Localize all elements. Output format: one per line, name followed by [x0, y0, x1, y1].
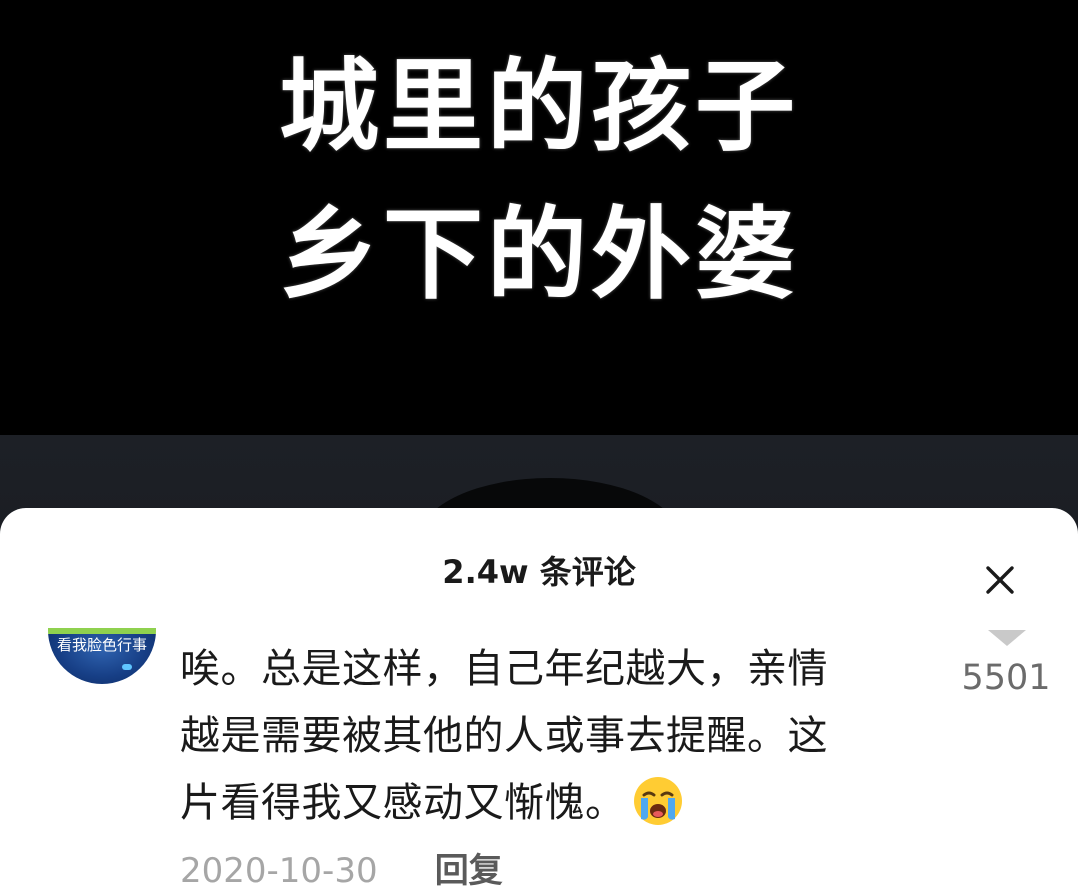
- thumbs-up-icon: [988, 630, 1026, 646]
- comment-meta: 2020-10-30 回复: [180, 846, 503, 891]
- comment-line: 越是需要被其他的人或事去提醒。这: [180, 713, 828, 759]
- avatar-text: 看我脸色行事: [56, 636, 147, 654]
- comment-line: 唉。总是这样，自己年纪越大，亲情: [180, 646, 828, 692]
- video-title-line-2: 乡下的外婆: [279, 196, 799, 313]
- close-button[interactable]: [975, 555, 1025, 605]
- avatar[interactable]: 看我脸色行事: [48, 628, 156, 684]
- comments-count-title: 2.4w 条评论: [442, 553, 636, 591]
- comments-sheet: 2.4w 条评论 看我脸色行事 唉。总是这样，自己年纪越大，亲情 越是需要被其他…: [0, 508, 1078, 891]
- video-title-line-1: 城里的孩子: [279, 48, 799, 165]
- like-button[interactable]: 5501: [956, 626, 1056, 698]
- close-icon: [986, 566, 1014, 594]
- crying-face-emoji-icon: [633, 777, 682, 825]
- comment-date: 2020-10-30: [180, 851, 378, 891]
- avatar-decoration: [122, 664, 132, 670]
- comment-line-text: 片看得我又感动又惭愧。: [180, 780, 626, 826]
- reply-button[interactable]: 回复: [435, 846, 503, 891]
- comment-text: 唉。总是这样，自己年纪越大，亲情 越是需要被其他的人或事去提醒。这 片看得我又感…: [180, 636, 910, 837]
- like-count: 5501: [961, 658, 1051, 698]
- comment-line: 片看得我又感动又惭愧。: [180, 770, 910, 837]
